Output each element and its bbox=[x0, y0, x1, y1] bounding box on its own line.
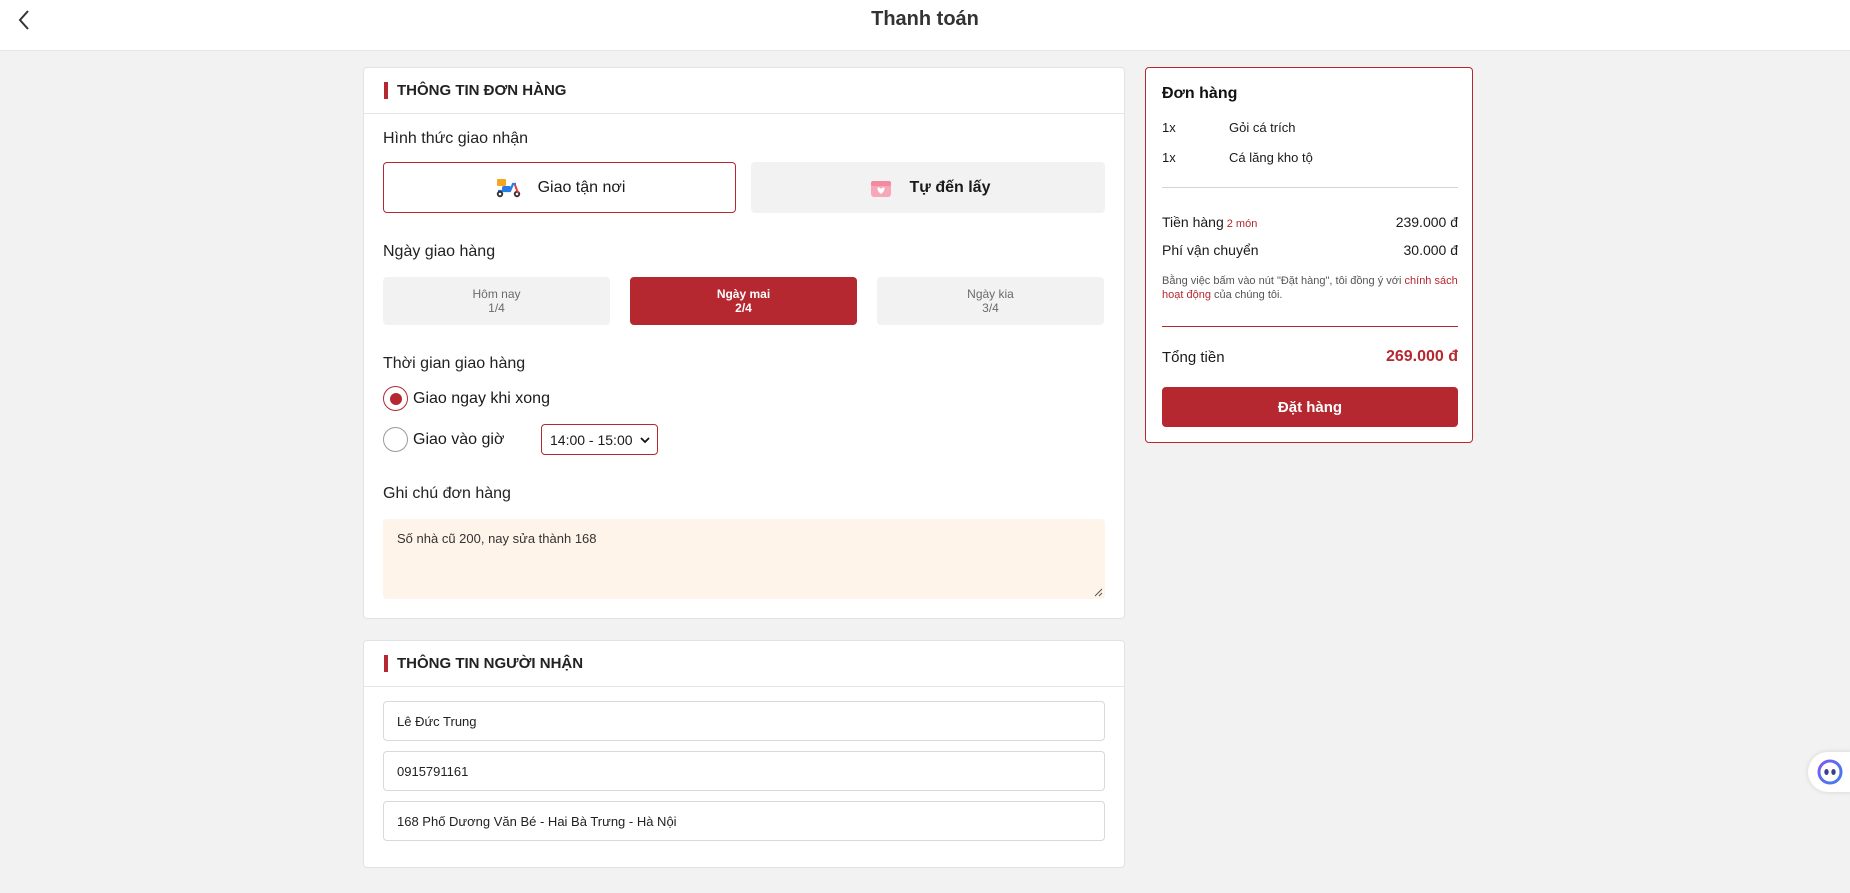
summary-item: 1x Cá lăng kho tộ bbox=[1162, 150, 1313, 165]
section-accent-bar bbox=[384, 655, 388, 672]
date-option-tomorrow-date: 2/4 bbox=[735, 301, 752, 315]
time-option-asap-label: Giao ngay khi xong bbox=[413, 389, 550, 407]
item-qty: 1x bbox=[1162, 120, 1176, 135]
item-count: 2 món bbox=[1226, 218, 1258, 230]
subtotal-value: 239.000 đ bbox=[1395, 214, 1458, 230]
recipient-address-field[interactable]: 168 Phố Dương Văn Bé - Hai Bà Trưng - Hà… bbox=[383, 801, 1105, 841]
chat-widget[interactable] bbox=[1808, 752, 1850, 792]
radio-scheduled[interactable] bbox=[383, 427, 408, 452]
order-note-textarea[interactable]: Số nhà cũ 200, nay sửa thành 168 bbox=[383, 519, 1105, 599]
subtotal-label: Tiền hàng bbox=[1162, 214, 1224, 230]
date-option-today-date: 1/4 bbox=[488, 301, 505, 315]
chevron-down-icon bbox=[640, 437, 650, 444]
delivery-option-pickup[interactable]: Tự đến lấy bbox=[751, 162, 1105, 213]
shipping-value: 30.000 đ bbox=[1403, 242, 1459, 258]
total-row: Tổng tiền 269.000 đ bbox=[1162, 348, 1458, 366]
item-name: Cá lăng kho tộ bbox=[1229, 150, 1313, 165]
terms-text: Bằng việc bấm vào nút "Đặt hàng", tôi đồ… bbox=[1162, 274, 1458, 302]
order-info-header: THÔNG TIN ĐƠN HÀNG bbox=[364, 68, 1124, 114]
time-slot-value: 14:00 - 15:00 bbox=[550, 431, 633, 448]
scooter-icon bbox=[494, 175, 524, 201]
delivery-option-home-label: Giao tận nơi bbox=[537, 178, 626, 196]
summary-item: 1x Gỏi cá trích bbox=[1162, 120, 1295, 135]
time-option-scheduled[interactable]: Giao vào giờ bbox=[383, 427, 504, 452]
recipient-header: THÔNG TIN NGƯỜI NHẬN bbox=[364, 641, 1124, 687]
item-name: Gỏi cá trích bbox=[1229, 120, 1296, 135]
chatbot-icon bbox=[1817, 759, 1843, 785]
time-option-scheduled-label: Giao vào giờ bbox=[413, 430, 505, 448]
subtotal-row: Tiền hàng 2 món 239.000 đ bbox=[1162, 214, 1458, 230]
section-accent-bar bbox=[384, 82, 388, 99]
date-option-tomorrow[interactable]: Ngày mai 2/4 bbox=[630, 277, 857, 325]
total-label: Tổng tiền bbox=[1162, 348, 1225, 366]
subtotal-label-wrap: Tiền hàng 2 món bbox=[1162, 214, 1257, 230]
delivery-time-label: Thời gian giao hàng bbox=[383, 355, 526, 372]
recipient-name-field[interactable]: Lê Đức Trung bbox=[383, 701, 1105, 741]
terms-prefix: Bằng việc bấm vào nút "Đặt hàng", tôi đồ… bbox=[1162, 275, 1402, 287]
page-title: Thanh toán bbox=[871, 8, 979, 30]
shipping-label: Phí vận chuyển bbox=[1162, 242, 1259, 258]
order-note-label: Ghi chú đơn hàng bbox=[383, 485, 511, 502]
gift-box-icon bbox=[866, 175, 896, 201]
time-option-asap[interactable]: Giao ngay khi xong bbox=[383, 386, 550, 411]
order-summary-card: Đơn hàng 1x Gỏi cá trích 1x Cá lăng kho … bbox=[1145, 67, 1473, 443]
order-note-value: Số nhà cũ 200, nay sửa thành 168 bbox=[397, 531, 597, 546]
recipient-phone-field[interactable]: 0915791161 bbox=[383, 751, 1105, 791]
date-option-day-after[interactable]: Ngày kia 3/4 bbox=[877, 277, 1104, 325]
resize-grip-icon[interactable] bbox=[1093, 587, 1103, 597]
delivery-method-label: Hình thức giao nhận bbox=[383, 130, 529, 147]
summary-title: Đơn hàng bbox=[1162, 85, 1238, 102]
top-bar: Thanh toán bbox=[0, 0, 1850, 51]
shipping-row: Phí vận chuyển 30.000 đ bbox=[1162, 242, 1458, 258]
delivery-option-pickup-label: Tự đến lấy bbox=[909, 178, 991, 196]
date-option-day-after-date: 3/4 bbox=[982, 301, 999, 315]
date-option-day-after-day: Ngày kia bbox=[967, 287, 1014, 301]
delivery-date-label: Ngày giao hàng bbox=[383, 243, 496, 260]
terms-suffix: của chúng tôi. bbox=[1214, 289, 1283, 301]
delivery-option-home[interactable]: Giao tận nơi bbox=[383, 162, 736, 213]
radio-asap[interactable] bbox=[383, 386, 408, 411]
date-option-today-day: Hôm nay bbox=[472, 287, 521, 301]
date-option-today[interactable]: Hôm nay 1/4 bbox=[383, 277, 610, 325]
item-qty: 1x bbox=[1162, 150, 1176, 165]
place-order-button[interactable]: Đặt hàng bbox=[1162, 387, 1458, 427]
date-option-tomorrow-day: Ngày mai bbox=[716, 287, 771, 301]
time-slot-select[interactable]: 14:00 - 15:00 bbox=[541, 424, 658, 455]
radio-dot bbox=[389, 392, 402, 405]
divider bbox=[1162, 187, 1458, 188]
divider bbox=[1162, 326, 1458, 327]
recipient-title: THÔNG TIN NGƯỜI NHẬN bbox=[397, 655, 584, 672]
order-info-title: THÔNG TIN ĐƠN HÀNG bbox=[397, 82, 567, 99]
total-value: 269.000 đ bbox=[1385, 348, 1458, 365]
